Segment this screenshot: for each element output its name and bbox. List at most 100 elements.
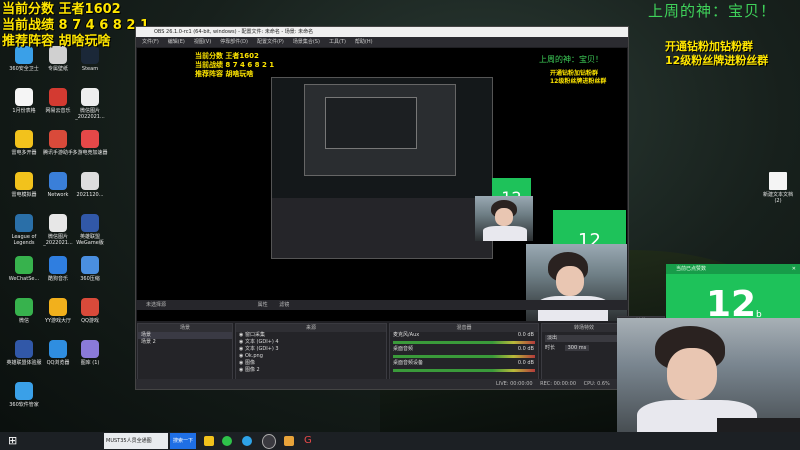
desktop-icon[interactable]: 雷电模拟器 <box>6 172 42 198</box>
desktop-icon[interactable]: Network <box>40 172 76 198</box>
obs-menu-item[interactable]: 场景集合(S) <box>293 39 320 45</box>
scene-item[interactable]: 场景 2 <box>138 339 232 346</box>
preview-fan-lines: 开通钻粉加钻粉群 12级粉丝牌进粉丝群 <box>550 70 607 85</box>
app-icon <box>15 298 33 316</box>
desktop-icon[interactable]: 雷电多开器 <box>6 130 42 156</box>
volume-meter[interactable] <box>393 341 535 344</box>
desktop-icon[interactable]: QQ浏览器 <box>40 340 76 366</box>
desktop-icon[interactable]: 微信图片_2022021... <box>72 88 108 120</box>
filters-button[interactable]: 滤镜 <box>279 302 289 308</box>
preview-weekly-god: 上周的神：宝贝！ <box>539 55 603 64</box>
obs-menu-item[interactable]: 文件(F) <box>142 39 159 45</box>
preview-webcam-small <box>475 196 533 241</box>
desktop-icon[interactable]: 网易云音乐 <box>40 88 76 114</box>
folder-icon[interactable] <box>204 436 214 446</box>
close-icon[interactable]: ✕ <box>792 264 796 274</box>
obs-menu-item[interactable]: 帮助(H) <box>355 39 373 45</box>
sources-dock-title: 来源 <box>236 324 386 332</box>
search-button[interactable]: 搜索一下 <box>170 433 196 449</box>
obs-statusbar: LIVE: 00:00:00 REC: 00:00:00 CPU: 0.6% <box>136 379 628 389</box>
obs-menu-item[interactable]: 编辑(E) <box>168 39 185 45</box>
obs-menu-item[interactable]: 停靠部件(D) <box>220 39 248 45</box>
app-icon <box>15 340 33 358</box>
volume-meter[interactable] <box>393 369 535 372</box>
browser-icon[interactable] <box>242 436 252 446</box>
taskbar: ⊞ MUST35人员全通图 搜索一下 G <box>0 432 800 450</box>
desktop-icon[interactable]: 1月份表格 <box>6 88 42 114</box>
source-item[interactable]: ◉ 文本 (GDI+) 3 <box>236 346 386 353</box>
obs-taskbar-icon[interactable] <box>262 434 276 449</box>
start-icon[interactable]: ⊞ <box>8 433 22 449</box>
scene-list: 场景 场景 2 <box>138 332 232 346</box>
desktop-icon[interactable]: 英雄联盟WeGame版 <box>72 214 108 246</box>
app-icon <box>49 214 67 232</box>
app-icon-2[interactable]: G <box>304 433 314 449</box>
desktop-icon[interactable]: YY游戏大厅 <box>40 298 76 324</box>
no-source-label: 未选择源 <box>146 302 167 308</box>
transition-select[interactable]: 淡出 <box>545 335 623 342</box>
app-icon <box>15 130 33 148</box>
file-icon <box>769 172 787 190</box>
app-icon <box>81 172 99 190</box>
mixer-channel: 麦克风/Aux 0.0 dB <box>390 332 538 344</box>
obs-title: OBS 26.1.0-rc1 (64-bit, windows) - 配置文件:… <box>154 29 314 35</box>
desktop-icon[interactable]: 酷狗音乐 <box>40 256 76 282</box>
transitions-dock-title: 转场特效 <box>542 324 626 332</box>
desktop-icon[interactable]: 360压缩 <box>72 256 108 282</box>
status-live: LIVE: 00:00:00 <box>496 381 533 387</box>
overlay-recommend: 推荐阵容 胡啥玩啥 <box>2 34 111 49</box>
overlay-weekly-god: 上周的神：宝贝！ <box>648 2 777 20</box>
wechat-icon[interactable] <box>222 436 232 446</box>
source-item[interactable]: ◉ 窗口采集 <box>236 332 386 339</box>
duration-label: 时长 <box>545 345 556 351</box>
desktop-icon[interactable]: 英雄联盟体验服 <box>6 340 42 366</box>
source-item[interactable]: ◉ 文本 (GDI+) 4 <box>236 339 386 346</box>
obs-preview[interactable]: 当前分数 王者1602 当前战绩 8 7 4 6 8 2 1 推荐阵容 胡啥玩啥… <box>137 48 627 321</box>
duration-input[interactable]: 300 ms <box>564 345 590 351</box>
app-icon-1[interactable] <box>284 436 294 446</box>
app-icon <box>81 298 99 316</box>
desktop-icon[interactable]: WeChatSe... <box>6 256 42 282</box>
obs-menu-item[interactable]: 配置文件(P) <box>257 39 284 45</box>
app-icon <box>49 298 67 316</box>
mixer-channel-label: 麦克风/Aux 0.0 dB <box>393 332 534 338</box>
app-icon <box>15 214 33 232</box>
desktop-icon[interactable]: 微信图片_2022021... <box>40 214 76 246</box>
obs-source-toolbar: 未选择源 属性 滤镜 <box>136 300 628 310</box>
obs-window[interactable]: OBS 26.1.0-rc1 (64-bit, windows) - 配置文件:… <box>135 26 629 390</box>
status-rec: REC: 00:00:00 <box>540 381 577 387</box>
overlay-fan-line2: 12级粉丝牌进粉丝群 <box>665 54 769 67</box>
properties-button[interactable]: 属性 <box>258 302 268 308</box>
mixer-dock-title: 混音器 <box>390 324 538 332</box>
desktop-icon[interactable]: QQ游戏 <box>72 298 108 324</box>
app-icon <box>49 256 67 274</box>
webcam-overlay <box>617 318 800 450</box>
app-icon <box>49 130 67 148</box>
source-item[interactable]: ◉ 图像 <box>236 360 386 367</box>
desktop-icon[interactable]: 多游电竞加速器 <box>72 130 108 156</box>
source-item[interactable]: ◉ 图像 2 <box>236 367 386 374</box>
volume-meter[interactable] <box>393 355 535 358</box>
person-face <box>667 348 717 400</box>
source-list: ◉ 窗口采集 ◉ 文本 (GDI+) 4 ◉ 文本 (GDI+) 3 ◉ Ok.png… <box>236 332 386 374</box>
desktop-icon[interactable]: 腾讯手游助手 <box>40 130 76 156</box>
source-item[interactable]: ◉ Ok.png <box>236 353 386 360</box>
desktop-icon[interactable]: League of Legends <box>6 214 42 246</box>
app-icon <box>15 382 33 400</box>
desktop-icon[interactable]: 微信 <box>6 298 42 324</box>
scenes-dock-title: 场景 <box>138 324 232 332</box>
taskbar-window-button[interactable]: MUST35人员全通图 <box>104 433 168 449</box>
obs-menu-item[interactable]: 视图(V) <box>194 39 211 45</box>
mixer-channel: 桌面音频 0.0 dB <box>390 346 538 358</box>
app-icon <box>81 130 99 148</box>
scene-item[interactable]: 场景 <box>138 332 232 339</box>
overlay-record: 当前战绩 8 7 4 6 8 2 1 <box>2 18 149 33</box>
desktop-icon[interactable]: 图库 (1) <box>72 340 108 366</box>
desktop-icon[interactable]: 2021120... <box>72 172 108 198</box>
desktop-icon-textfile[interactable]: 新建文本文档 (2) <box>760 172 796 204</box>
app-icon <box>81 88 99 106</box>
obs-menu-item[interactable]: 工具(T) <box>329 39 346 45</box>
nested-preview-inner <box>304 84 456 176</box>
desktop-icon[interactable]: 360软件管家 <box>6 382 42 408</box>
app-icon <box>49 88 67 106</box>
